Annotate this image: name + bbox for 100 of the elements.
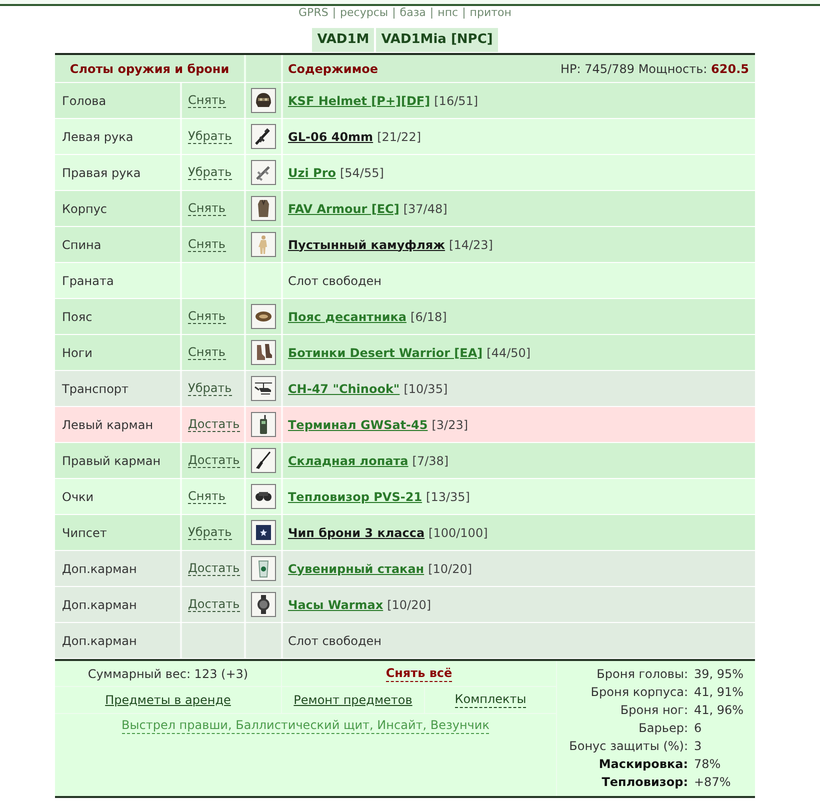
stat-value: 39, 95% [694,667,745,681]
slot-action-link[interactable]: Снять [188,93,226,108]
durability-text: [6/18] [410,310,447,324]
empty-slot-text: Слот свободен [288,274,382,288]
watch-icon [251,592,276,617]
slot-name: Граната [62,274,114,288]
column-header: Содержимое [288,62,378,76]
stat-value: 6 [694,721,703,735]
durability-text: [54/55] [340,166,384,180]
remove-all-link[interactable]: Снять всё [386,666,452,682]
item-link[interactable]: Тепловизор PVS-21 [288,490,422,504]
item-link[interactable]: CH-47 "Chinook" [288,382,400,396]
slot-action-link[interactable]: Достать [188,453,240,468]
stat-label: Броня корпуса: [590,685,688,699]
slot-action-link[interactable]: Достать [188,597,240,612]
durability-text: [13/35] [426,490,470,504]
slot-action-link[interactable]: Снять [188,345,226,360]
durability-text: [10/20] [428,562,472,576]
nav-link[interactable]: притон [470,6,512,20]
nav-link[interactable]: ресурсы [340,6,388,20]
footer-link[interactable]: Предметы в аренде [105,692,231,708]
character-tab[interactable]: VAD1M [312,28,374,52]
item-link[interactable]: Сувенирный стакан [288,562,424,576]
slot-name: Правый карман [62,454,161,468]
slot-action-link[interactable]: Снять [188,309,226,324]
item-link[interactable]: Пустынный камуфляж [288,238,446,252]
slot-name: Корпус [62,202,108,216]
boots-icon [251,340,276,365]
item-link[interactable]: Ботинки Desert Warrior [EA] [288,346,483,360]
slot-name: Пояс [62,310,92,324]
item-link[interactable]: Uzi Pro [288,166,336,180]
stat-label: Маскировка: [598,757,688,771]
abilities-link[interactable]: Выстрел правши, Баллистический щит, Инсайт, Везунчик [122,718,490,734]
binoculars-icon [251,484,276,509]
nav-separator: | [392,6,396,20]
item-link[interactable]: KSF Helmet [P+][DF] [288,94,430,108]
item-link[interactable]: Пояс десантника [288,310,407,324]
nav-link[interactable]: нпс [438,6,458,20]
slot-name: Левый карман [62,418,154,432]
slot-action-link[interactable]: Достать [188,417,240,432]
slot-action-link[interactable]: Достать [188,561,240,576]
item-link[interactable]: GL-06 40mm [288,130,374,144]
column-header: Слоты оружия и брони [70,62,230,76]
vest-icon [251,196,276,221]
durability-text: [10/35] [404,382,448,396]
belt-icon [251,304,276,329]
slot-action-link[interactable]: Убрать [188,165,232,180]
durability-text: [14/23] [449,238,493,252]
stat-value: 41, 91% [694,685,745,699]
slot-name: Голова [62,94,106,108]
star-card-icon [251,520,276,545]
item-link[interactable]: FAV Armour [EC] [288,202,400,216]
durability-text: [37/48] [403,202,448,216]
stat-label: Броня головы: [596,667,688,681]
stat-label: Барьер: [638,721,688,735]
slot-action-link[interactable]: Убрать [188,129,232,144]
slot-action-link[interactable]: Снять [188,489,226,504]
nav-link[interactable]: база [400,6,426,20]
stat-label: Броня ног: [619,703,688,717]
slot-name: Очки [62,490,94,504]
character-stats-text: HP: 745/789 Мощность: 620.5 [560,62,749,76]
item-link[interactable]: Складная лопата [288,454,408,468]
slot-action-link[interactable]: Снять [188,237,226,252]
helicopter-icon [251,376,276,401]
slot-name: Транспорт [62,382,129,396]
radio-icon [251,412,276,437]
nav-separator: | [430,6,434,20]
rifle-icon [251,124,276,149]
slot-name: Левая рука [62,130,134,144]
item-link[interactable]: Чип брони 3 класса [288,526,425,540]
stat-value: 78% [694,757,722,771]
total-weight-text: Суммарный вес: 123 (+3) [88,666,248,680]
nav-link[interactable]: GPRS [298,6,328,20]
durability-text: [44/50] [486,346,531,360]
slot-name: Доп.карман [62,562,137,576]
figure-icon [251,232,276,257]
item-link[interactable]: Терминал GWSat-45 [288,418,428,432]
slot-action-link[interactable]: Убрать [188,525,232,540]
slot-name: Правая рука [62,166,141,180]
character-tab[interactable]: VAD1Mia [NPC] [376,28,498,52]
slot-name: Доп.карман [62,634,137,648]
stat-value: 41, 96% [694,703,745,717]
cup-icon [251,556,276,581]
slot-name: Доп.карман [62,598,137,612]
durability-text: [21/22] [377,130,422,144]
stat-value: +87% [694,775,732,789]
slot-name: Чипсет [62,526,107,540]
item-link[interactable]: Часы Warmax [288,598,384,612]
nav-separator: | [462,6,466,20]
durability-text: [7/38] [412,454,449,468]
durability-text: [16/51] [434,94,478,108]
durability-text: [10/20] [387,598,432,612]
stat-label: Бонус защиты (%): [568,739,688,753]
stat-value: 3 [694,739,703,753]
empty-slot-text: Слот свободен [288,634,382,648]
footer-link[interactable]: Ремонт предметов [294,692,412,708]
footer-link[interactable]: Комплекты [454,692,526,708]
slot-action-link[interactable]: Убрать [188,381,232,396]
helmet-icon [251,88,276,113]
slot-action-link[interactable]: Снять [188,201,226,216]
